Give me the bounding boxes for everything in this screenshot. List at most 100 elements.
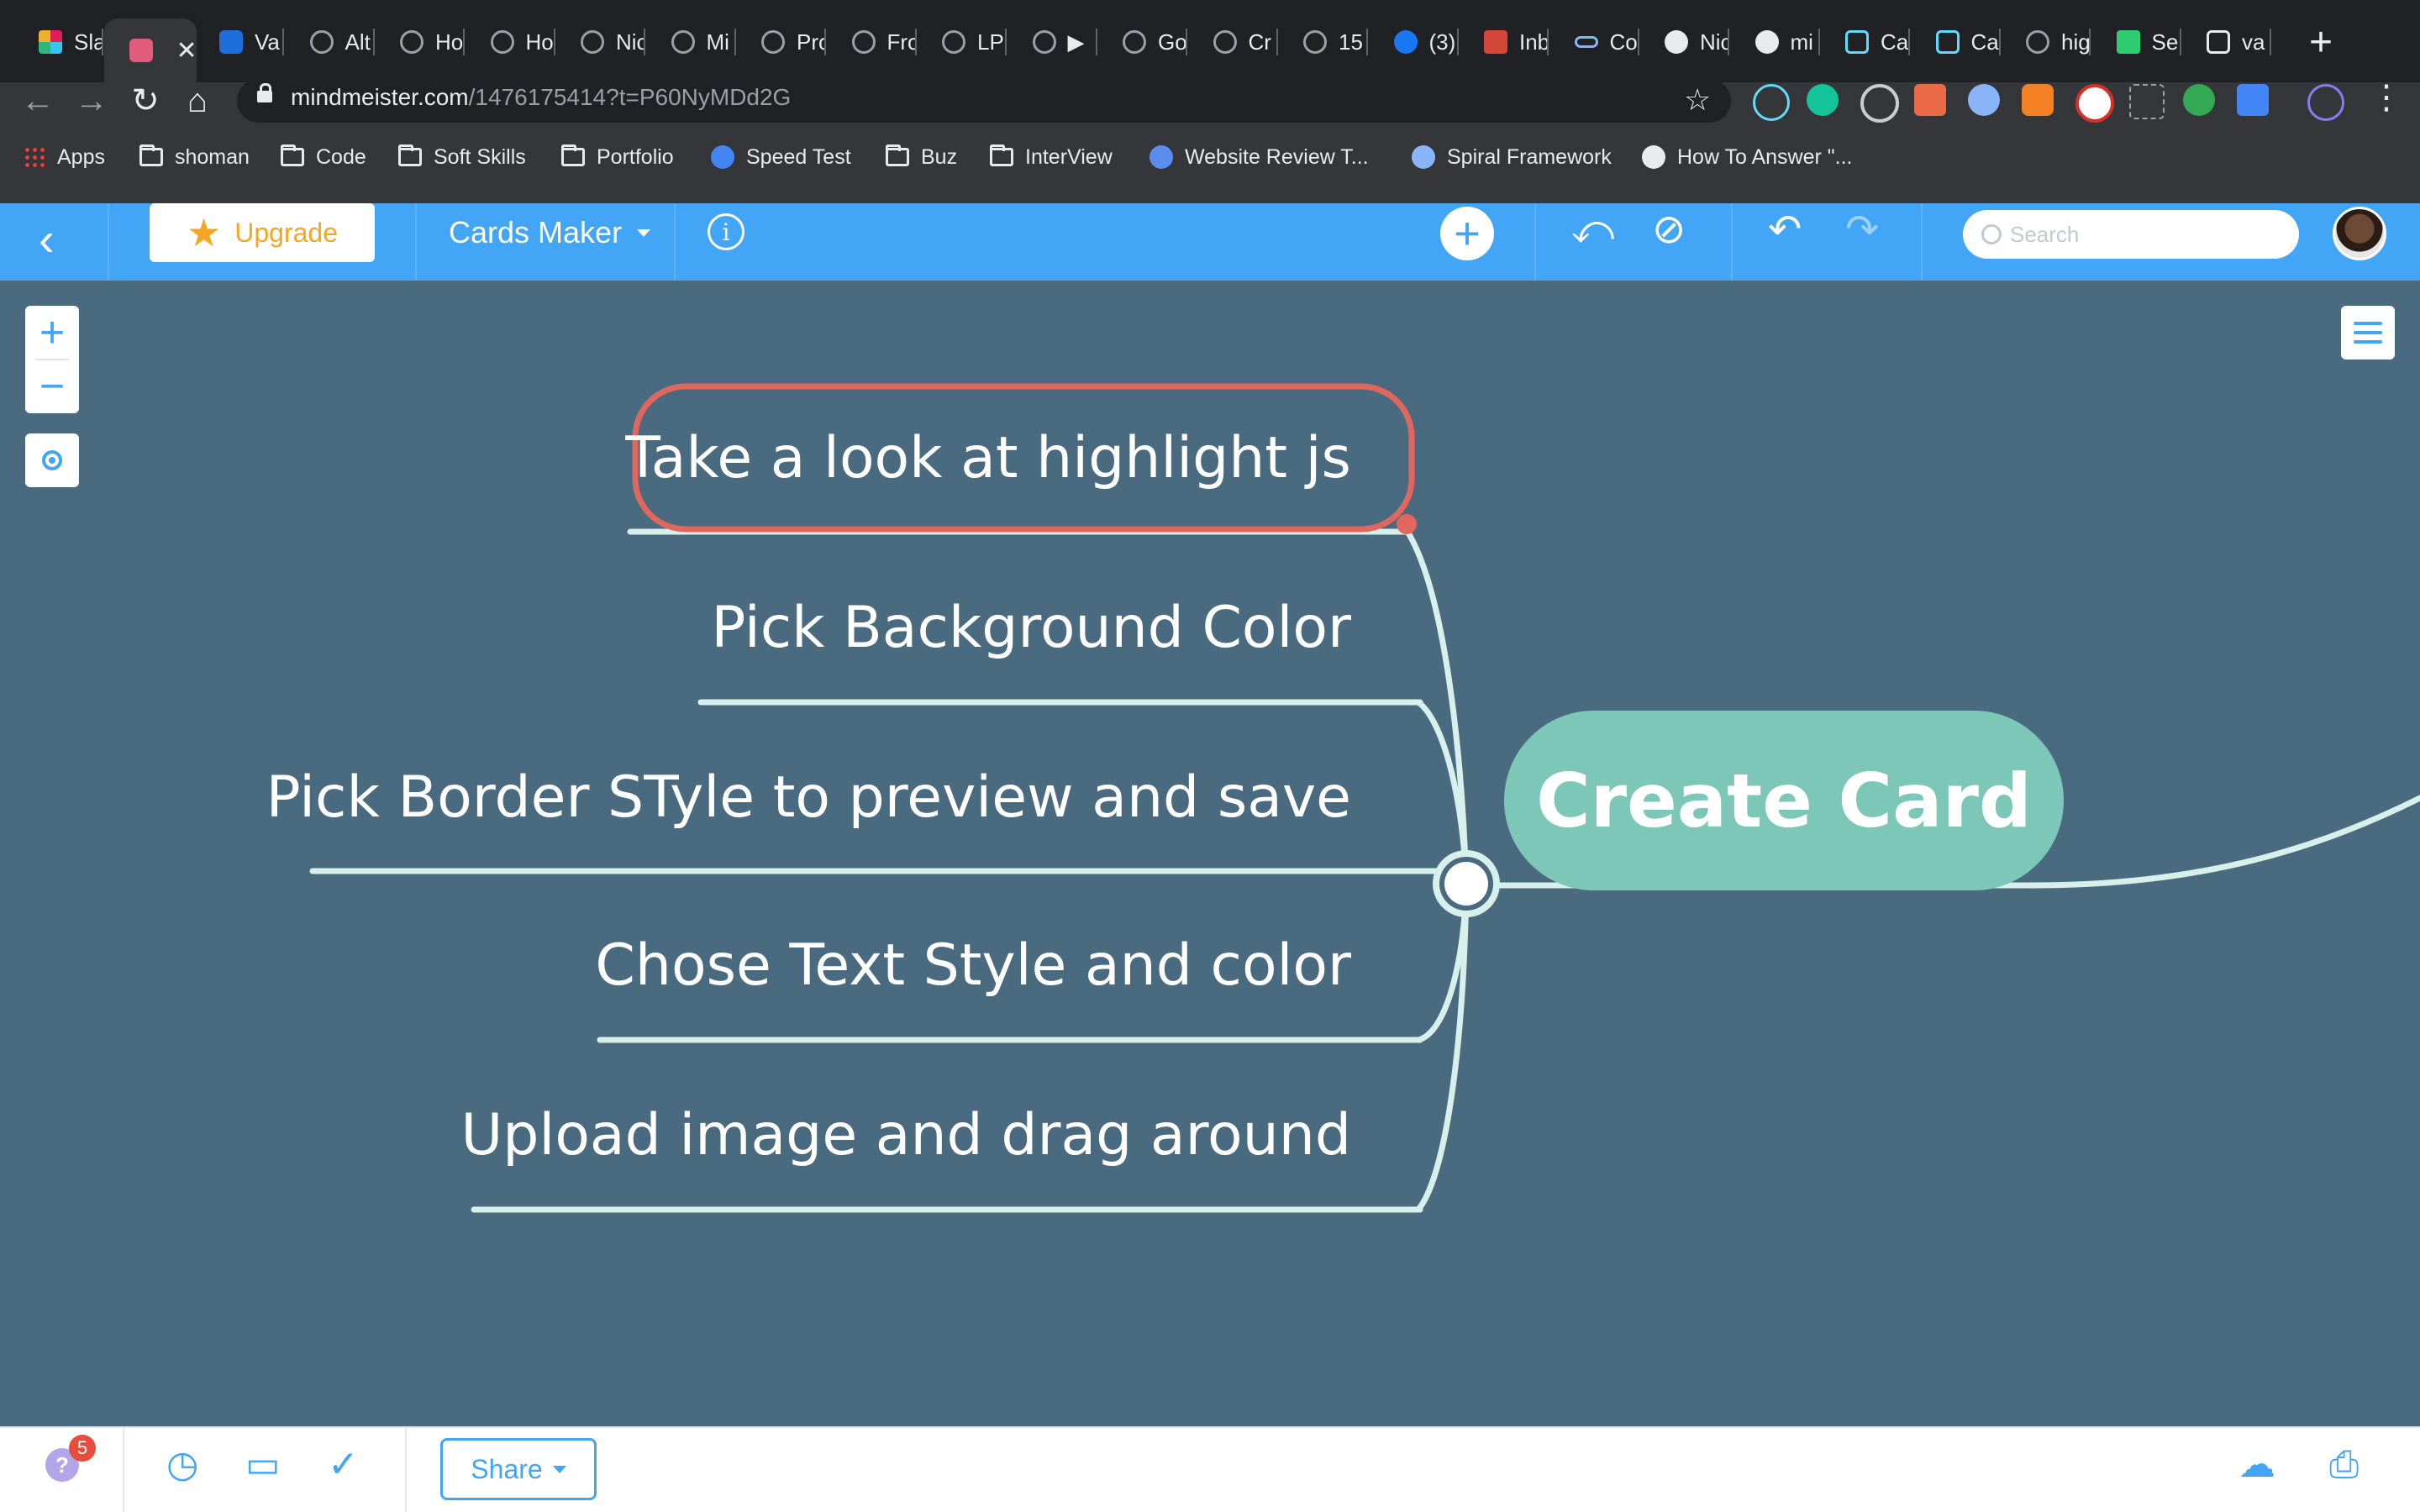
bookmark-label: InterView xyxy=(1025,144,1113,169)
bookmark-item[interactable]: Spiral Framework xyxy=(1412,143,1612,171)
bookmark-item[interactable]: Speed Test xyxy=(711,143,851,171)
bookmark-item[interactable]: Code xyxy=(281,143,366,171)
browser-tab[interactable]: Fro xyxy=(827,18,917,66)
new-tab-button[interactable]: + xyxy=(2297,18,2344,66)
topic-node-5[interactable]: Upload image and drag around xyxy=(460,1102,1351,1168)
tab-title: Ho xyxy=(435,29,464,55)
browser-tab[interactable]: Ho xyxy=(466,18,555,66)
map-title-dropdown[interactable]: Cards Maker xyxy=(449,215,651,250)
browser-tab[interactable]: Ho xyxy=(375,18,465,66)
share-button[interactable]: Share xyxy=(440,1438,597,1500)
connect-topics-icon[interactable]: ⤺ xyxy=(1571,210,1614,250)
tasks-check-icon[interactable]: ✓ xyxy=(328,1446,359,1483)
browser-tab[interactable]: Alt xyxy=(285,18,375,66)
bookmark-item[interactable]: InterView xyxy=(990,143,1113,171)
browser-tab[interactable]: Co xyxy=(1549,18,1639,66)
bookmark-star-icon[interactable]: ☆ xyxy=(1684,82,1711,118)
infinity-icon xyxy=(1574,36,1598,48)
url-text[interactable]: mindmeister.com/1476175414?t=P60NyMDd2G xyxy=(291,84,791,111)
browser-tab[interactable]: 15 xyxy=(1278,18,1368,66)
bookmark-item[interactable]: Soft Skills xyxy=(398,143,526,171)
upgrade-button[interactable]: ★ Upgrade xyxy=(150,203,375,262)
tab-title: ▶ xyxy=(1067,29,1085,55)
tab-title: Alt xyxy=(345,29,371,55)
globe-icon xyxy=(490,30,514,54)
bplus-extension-icon[interactable] xyxy=(2183,84,2215,116)
spiral-icon xyxy=(1412,145,1435,169)
browser-tab[interactable]: ✕ xyxy=(103,18,197,82)
tab-title: va xyxy=(2242,29,2265,55)
redo-icon[interactable]: ↷ xyxy=(1845,210,1879,250)
bookmark-label: Soft Skills xyxy=(434,144,526,169)
search-input[interactable]: Search xyxy=(1963,210,2299,259)
cors-extension-icon[interactable] xyxy=(2129,84,2165,119)
folder-icon xyxy=(886,144,909,166)
target-extension-icon[interactable] xyxy=(1860,84,1899,123)
lock-icon[interactable] xyxy=(257,83,272,102)
browser-tab[interactable]: Ca xyxy=(1820,18,1910,66)
browser-tab[interactable]: Mi xyxy=(646,18,736,66)
bookmark-label: Speed Test xyxy=(746,144,851,169)
browser-tab[interactable]: Se xyxy=(2091,18,2181,66)
browser-tab[interactable]: Pro xyxy=(736,18,826,66)
reload-icon[interactable]: ↻ xyxy=(124,82,166,119)
back-arrow-icon[interactable]: ← xyxy=(17,82,59,119)
history-icon[interactable]: ◷ xyxy=(166,1446,198,1483)
grammarly-icon[interactable] xyxy=(1807,84,1839,116)
browser-tab[interactable]: ▶ xyxy=(1007,18,1097,66)
browser-tab[interactable]: hig xyxy=(2001,18,2091,66)
browser-tab[interactable]: LP xyxy=(917,18,1007,66)
browser-menu-icon[interactable]: ⋮ xyxy=(2370,81,2403,114)
info-icon[interactable]: i xyxy=(708,213,744,250)
print-icon[interactable]: ⎙ xyxy=(2329,1446,2359,1483)
folder-icon xyxy=(139,144,163,166)
browser-tab[interactable]: Sla xyxy=(13,18,103,66)
bookmark-item[interactable]: shoman xyxy=(139,143,250,171)
picture-extension-icon[interactable] xyxy=(1914,84,1946,116)
topic-node-4[interactable]: Chose Text Style and color xyxy=(595,932,1351,999)
topic-node-3[interactable]: Pick Border STyle to preview and save xyxy=(266,764,1351,831)
profile-extension-icon[interactable] xyxy=(2307,84,2344,121)
tab-title: Pro xyxy=(797,29,826,55)
browser-tab[interactable]: (3) xyxy=(1369,18,1459,66)
topic-node-1[interactable]: Take a look at highlight js xyxy=(625,425,1351,491)
browser-tab[interactable]: Go xyxy=(1097,18,1187,66)
globe-icon xyxy=(1303,30,1327,54)
browser-tab[interactable]: Va xyxy=(194,18,284,66)
ruler-extension-icon[interactable] xyxy=(2237,84,2269,116)
undo-icon[interactable]: ↶ xyxy=(1768,210,1802,250)
bookmark-item[interactable]: Buz xyxy=(886,143,957,171)
footer-divider xyxy=(405,1428,407,1512)
browser-tab[interactable]: mi xyxy=(1730,18,1820,66)
close-icon[interactable]: ✕ xyxy=(176,36,197,66)
no-style-icon[interactable]: ⊘ xyxy=(1652,210,1686,250)
apps-grid-icon xyxy=(24,146,45,168)
browser-tab[interactable]: va xyxy=(2181,18,2271,66)
header-divider xyxy=(108,203,109,281)
react-devtools-icon[interactable] xyxy=(1753,84,1790,121)
browser-tab[interactable]: Nic xyxy=(1639,18,1729,66)
tab-title: Mi xyxy=(706,29,729,55)
bookmark-item[interactable]: Website Review T... xyxy=(1150,143,1369,171)
browser-tab[interactable]: Inb xyxy=(1459,18,1549,66)
bookmark-item[interactable]: Apps xyxy=(24,143,105,171)
ring-extension-icon[interactable] xyxy=(1968,84,2000,116)
home-icon[interactable]: ⌂ xyxy=(176,82,218,119)
forward-arrow-icon[interactable]: → xyxy=(71,82,113,119)
colorzilla-icon[interactable] xyxy=(2075,84,2114,123)
slack-icon xyxy=(39,30,62,54)
presentation-icon[interactable]: ▭ xyxy=(245,1446,281,1483)
avatar[interactable] xyxy=(2333,207,2386,260)
lighthouse-icon[interactable] xyxy=(2022,84,2054,116)
globe-icon xyxy=(1032,30,1056,54)
browser-tab[interactable]: Ca xyxy=(1911,18,2001,66)
bookmark-item[interactable]: Portfolio xyxy=(561,143,674,171)
browser-tab[interactable]: Nic xyxy=(555,18,645,66)
root-topic[interactable]: Create Card xyxy=(1504,711,2064,890)
browser-tab[interactable]: Cr xyxy=(1188,18,1278,66)
add-topic-button[interactable]: + xyxy=(1440,207,1494,260)
back-chevron-icon[interactable]: ‹ xyxy=(39,212,55,266)
cloud-download-icon[interactable]: ☁ xyxy=(2238,1446,2275,1483)
topic-node-2[interactable]: Pick Background Color xyxy=(711,595,1351,661)
bookmark-item[interactable]: How To Answer "... xyxy=(1642,143,1853,171)
